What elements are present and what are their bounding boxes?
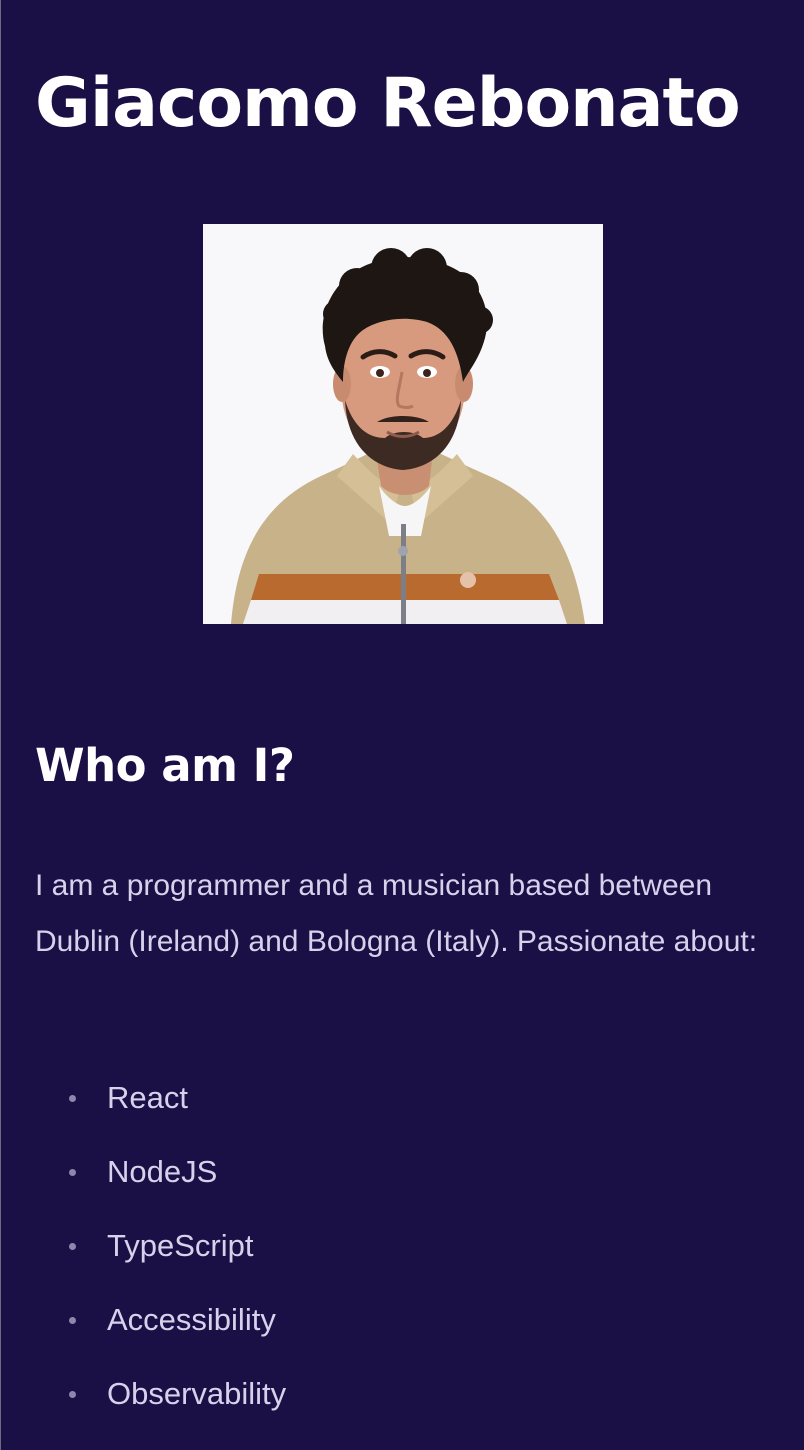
interest-label: React — [107, 1080, 188, 1115]
bullet-icon — [69, 1391, 76, 1398]
list-item: NodeJS — [35, 1135, 735, 1209]
interest-label: Observability — [107, 1376, 287, 1411]
profile-photo — [203, 224, 603, 624]
bullet-icon — [69, 1169, 76, 1176]
interest-label: TypeScript — [107, 1228, 254, 1263]
interest-label: Accessibility — [107, 1302, 276, 1337]
page-title: Giacomo Rebonato — [35, 64, 741, 143]
list-item: React — [35, 1061, 735, 1135]
bullet-icon — [69, 1243, 76, 1250]
page: Giacomo Rebonato Who am I? I am a progra… — [1, 0, 804, 1450]
interests-list: React NodeJS TypeScript Accessibility Ob… — [35, 1061, 735, 1431]
list-item: Accessibility — [35, 1283, 735, 1357]
interest-label: NodeJS — [107, 1154, 218, 1189]
bullet-icon — [69, 1095, 76, 1102]
profile-photo-illustration — [203, 224, 603, 624]
list-item: TypeScript — [35, 1209, 735, 1283]
list-item: Observability — [35, 1357, 735, 1431]
bullet-icon — [69, 1317, 76, 1324]
who-am-i-heading: Who am I? — [35, 739, 295, 792]
intro-paragraph: I am a programmer and a musician based b… — [35, 869, 758, 958]
